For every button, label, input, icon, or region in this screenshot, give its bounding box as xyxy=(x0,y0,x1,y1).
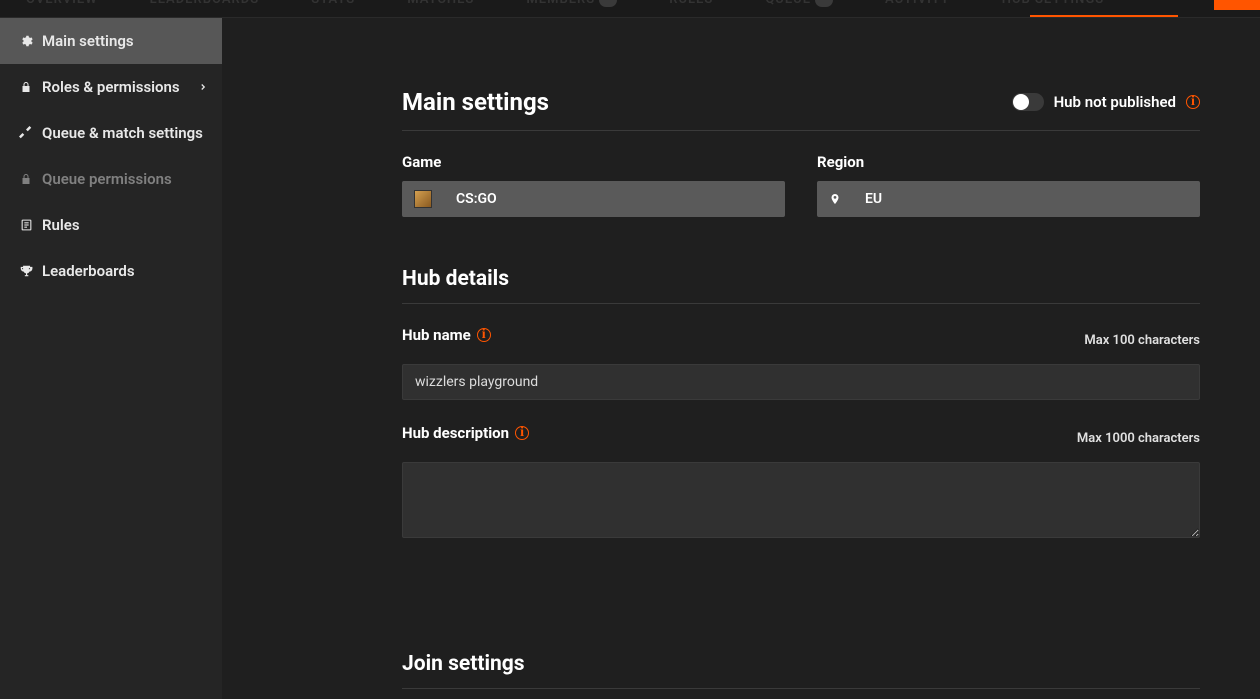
sidebar-item-label: Queue & match settings xyxy=(42,124,203,142)
game-select[interactable]: CS:GO xyxy=(402,181,785,217)
sidebar-item-main-settings[interactable]: Main settings xyxy=(0,18,222,64)
gear-icon xyxy=(18,33,34,49)
nav-stats[interactable]: STATS xyxy=(309,0,357,13)
sidebar-item-queue-permissions[interactable]: Queue permissions xyxy=(0,156,222,202)
publish-toggle[interactable] xyxy=(1012,93,1044,111)
hub-description-input[interactable] xyxy=(402,462,1200,538)
main-settings-header: Main settings Hub not published i xyxy=(402,88,1200,131)
trophy-icon xyxy=(18,263,34,279)
lock-icon xyxy=(18,171,34,187)
nav-rules[interactable]: RULES xyxy=(667,0,715,13)
sidebar-item-roles-permissions[interactable]: Roles & permissions xyxy=(0,64,222,110)
main-content: Main settings Hub not published i Game C… xyxy=(222,18,1260,699)
top-nav: OVERVIEW LEADERBOARDS STATS MATCHES MEMB… xyxy=(0,0,1260,18)
sidebar-item-label: Rules xyxy=(42,216,80,234)
game-value: CS:GO xyxy=(456,191,497,207)
sidebar-item-rules[interactable]: Rules xyxy=(0,202,222,248)
region-value: EU xyxy=(865,191,882,207)
hub-name-label: Hub name i xyxy=(402,326,491,344)
sidebar-item-label: Leaderboards xyxy=(42,262,135,280)
top-nav-items: OVERVIEW LEADERBOARDS STATS MATCHES MEMB… xyxy=(0,0,1106,13)
sidebar-item-leaderboards[interactable]: Leaderboards xyxy=(0,248,222,294)
info-icon[interactable]: i xyxy=(1186,95,1200,109)
page-title: Main settings xyxy=(402,88,549,116)
map-pin-icon xyxy=(829,191,841,207)
info-icon[interactable]: i xyxy=(477,328,491,342)
hub-name-input[interactable] xyxy=(402,364,1200,400)
nav-activity[interactable]: ACTIVITY xyxy=(883,0,952,13)
members-count-badge xyxy=(599,0,617,7)
hub-details-title: Hub details xyxy=(402,267,1200,304)
hub-name-field: Hub name i Max 100 characters xyxy=(402,326,1200,400)
nav-queue[interactable]: QUEUE xyxy=(763,0,835,13)
chevron-right-icon xyxy=(198,78,208,96)
hub-description-max: Max 1000 characters xyxy=(1077,431,1200,446)
document-icon xyxy=(18,217,34,233)
nav-leaderboards[interactable]: LEADERBOARDS xyxy=(148,0,262,13)
lock-icon xyxy=(18,79,34,95)
nav-hub-settings[interactable]: HUB SETTINGS xyxy=(1000,0,1106,13)
join-settings-title: Join settings xyxy=(402,652,1200,689)
hub-description-field: Hub description i Max 1000 characters xyxy=(402,424,1200,542)
sidebar: Main settings Roles & permissions Queue … xyxy=(0,18,222,699)
toggle-knob xyxy=(1013,94,1029,110)
sidebar-item-label: Queue permissions xyxy=(42,170,172,188)
hub-name-max: Max 100 characters xyxy=(1084,333,1200,348)
nav-members[interactable]: MEMBERS xyxy=(524,0,619,13)
queue-count-badge xyxy=(815,0,833,7)
sidebar-item-queue-match-settings[interactable]: Queue & match settings xyxy=(0,110,222,156)
sidebar-item-label: Main settings xyxy=(42,32,134,50)
game-field: Game CS:GO xyxy=(402,153,785,217)
active-tab-underline xyxy=(1030,15,1178,18)
publish-label: Hub not published xyxy=(1054,93,1176,111)
game-label: Game xyxy=(402,153,785,171)
region-label: Region xyxy=(817,153,1200,171)
sidebar-item-label: Roles & permissions xyxy=(42,78,180,96)
publish-toggle-wrap: Hub not published i xyxy=(1012,93,1200,111)
nav-matches[interactable]: MATCHES xyxy=(405,0,476,13)
game-icon xyxy=(414,190,432,208)
region-field: Region EU xyxy=(817,153,1200,217)
top-action-button[interactable] xyxy=(1214,0,1260,10)
region-select[interactable]: EU xyxy=(817,181,1200,217)
info-icon[interactable]: i xyxy=(515,426,529,440)
hub-description-label: Hub description i xyxy=(402,424,529,442)
tools-icon xyxy=(18,125,34,141)
nav-overview[interactable]: OVERVIEW xyxy=(24,0,100,13)
